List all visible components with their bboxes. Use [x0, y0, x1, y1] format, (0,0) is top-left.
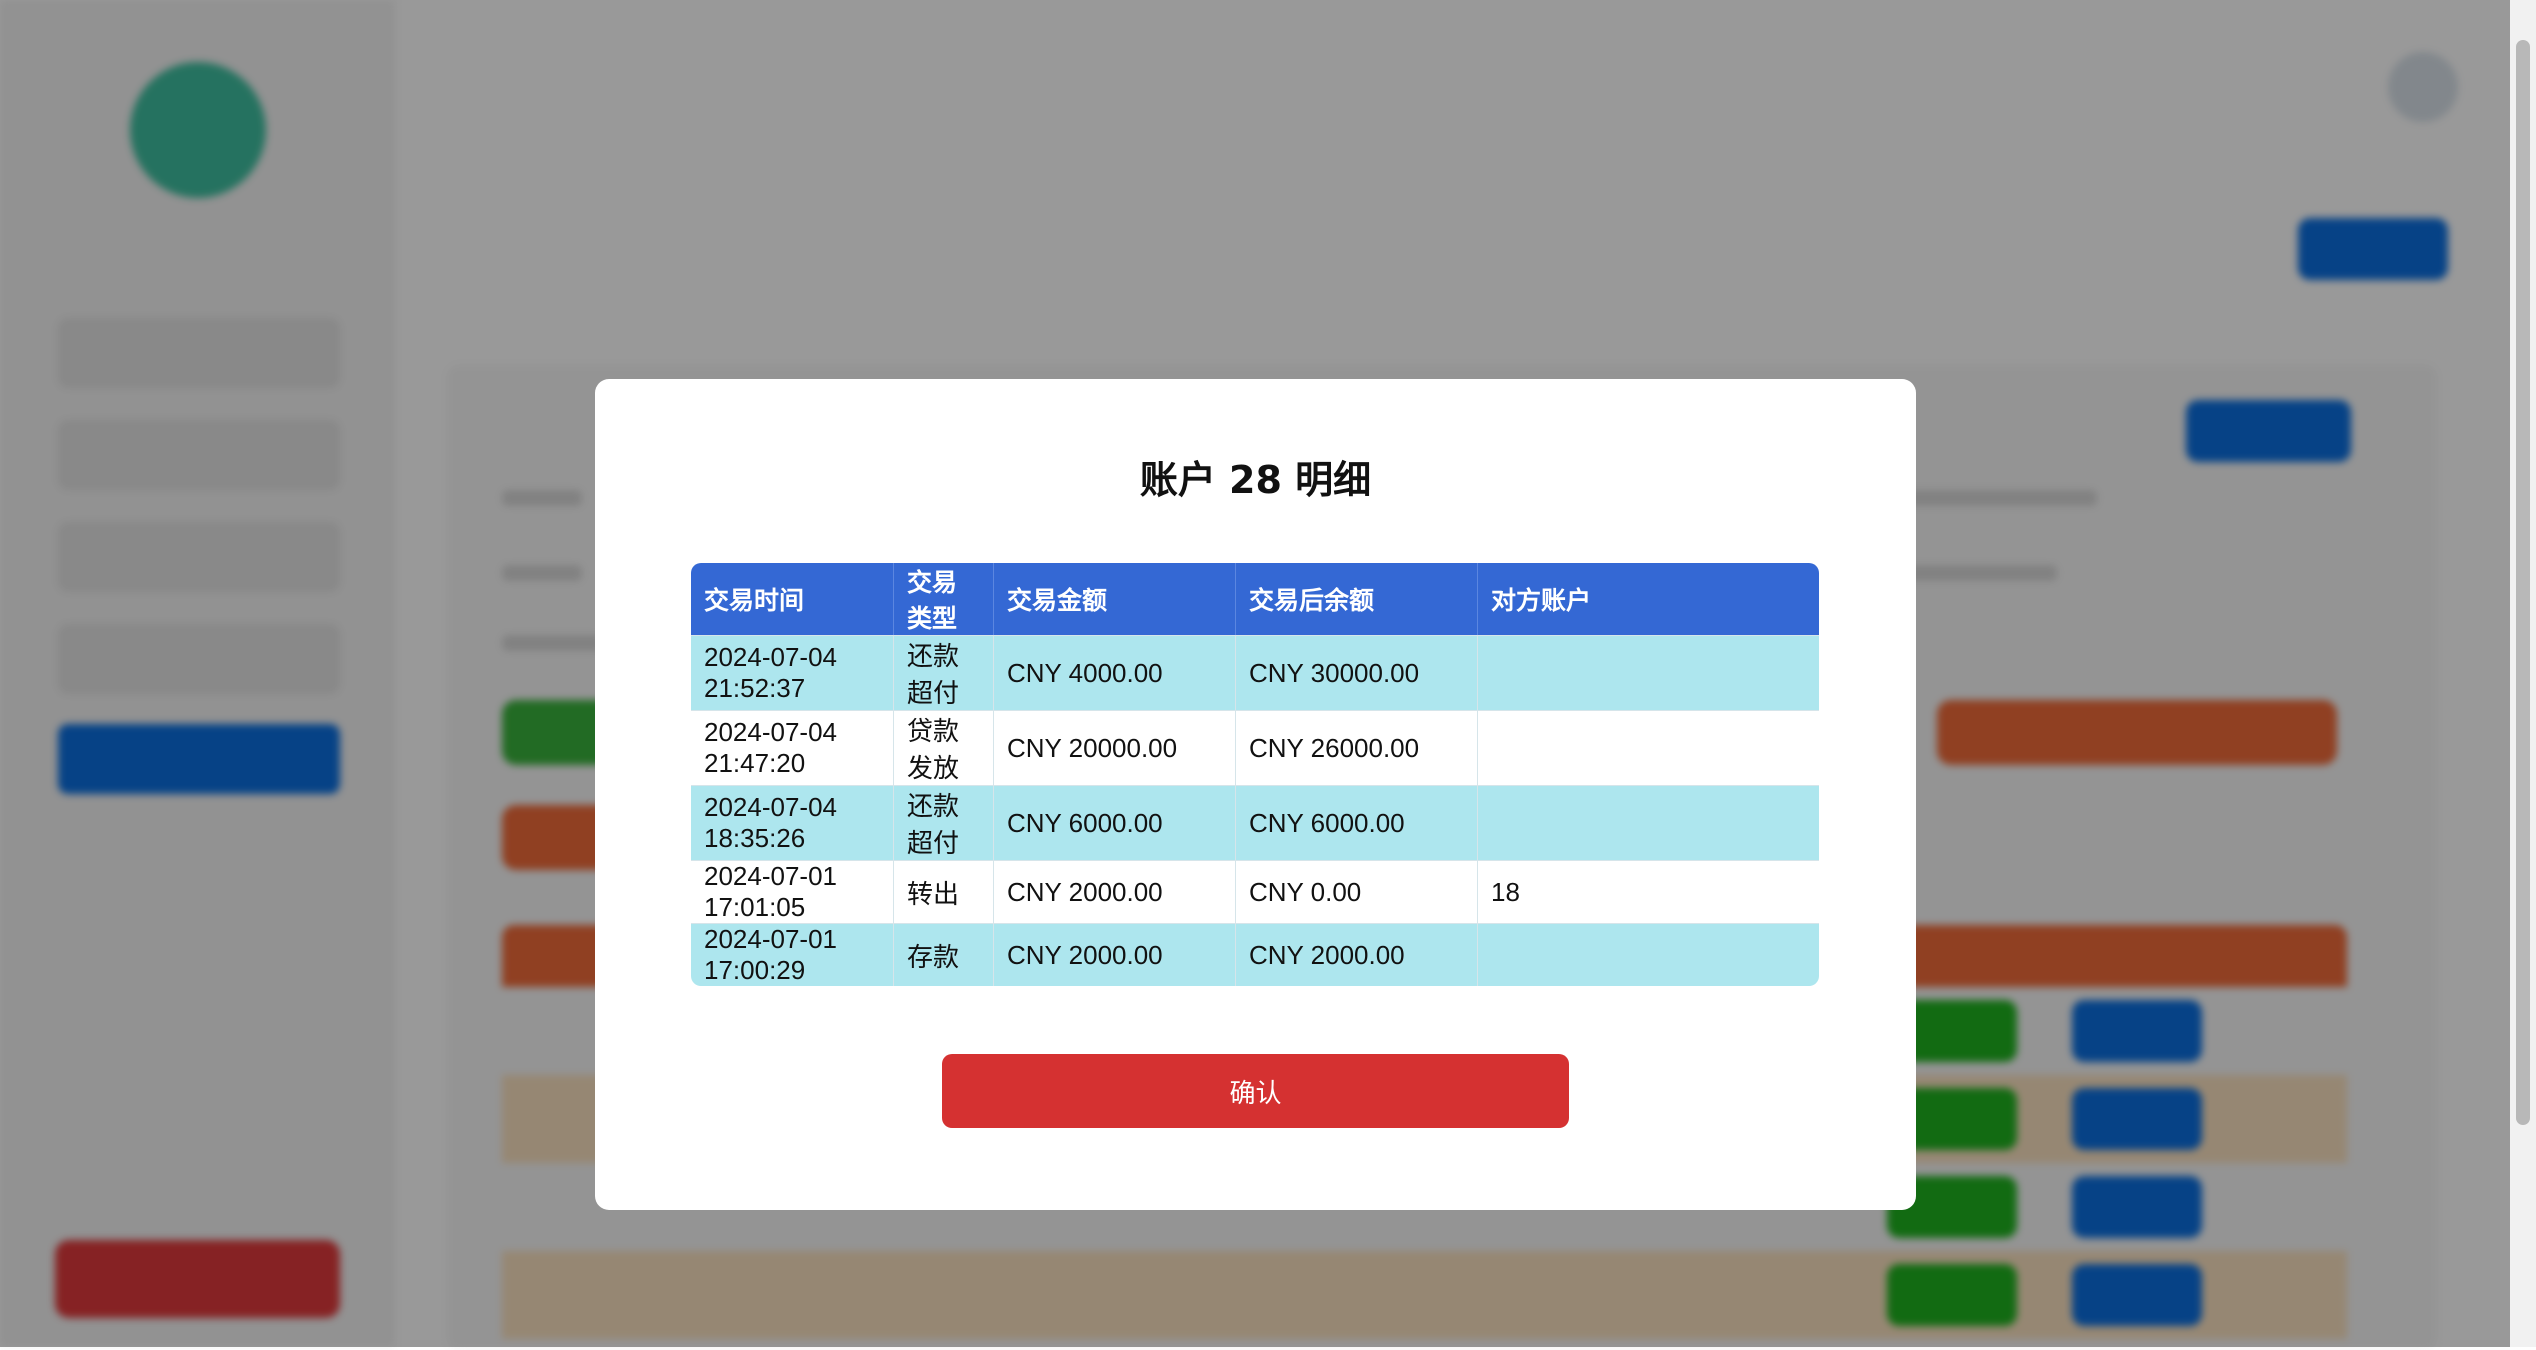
cell-type: 存款 — [894, 923, 994, 986]
cell-counterparty — [1478, 710, 1819, 785]
cell-amount: CNY 6000.00 — [994, 785, 1236, 860]
column-header-amount: 交易金额 — [994, 563, 1236, 635]
cell-counterparty — [1478, 785, 1819, 860]
cell-balance: CNY 0.00 — [1236, 860, 1478, 923]
table-row: 2024-07-01 17:01:05 转出 CNY 2000.00 CNY 0… — [691, 860, 1819, 923]
modal-title: 账户 28 明细 — [1139, 458, 1372, 502]
account-detail-modal: 账户 28 明细 交易时间 交易类型 交易金额 交易后余额 对方账户 2024-… — [595, 379, 1916, 1210]
cell-amount: CNY 20000.00 — [994, 710, 1236, 785]
cell-time: 2024-07-04 18:35:26 — [691, 785, 894, 860]
cell-type: 转出 — [894, 860, 994, 923]
transaction-table: 交易时间 交易类型 交易金额 交易后余额 对方账户 2024-07-04 21:… — [691, 563, 1819, 986]
scrollbar-thumb[interactable] — [2516, 40, 2530, 1125]
cell-counterparty: 18 — [1478, 860, 1819, 923]
cell-amount: CNY 4000.00 — [994, 635, 1236, 710]
confirm-button[interactable]: 确认 — [942, 1054, 1569, 1128]
table-row: 2024-07-01 17:00:29 存款 CNY 2000.00 CNY 2… — [691, 923, 1819, 986]
cell-type: 还款超付 — [894, 785, 994, 860]
cell-counterparty — [1478, 635, 1819, 710]
cell-amount: CNY 2000.00 — [994, 860, 1236, 923]
cell-time: 2024-07-01 17:01:05 — [691, 860, 894, 923]
cell-balance: CNY 2000.00 — [1236, 923, 1478, 986]
column-header-type: 交易类型 — [894, 563, 994, 635]
cell-amount: CNY 2000.00 — [994, 923, 1236, 986]
cell-time: 2024-07-04 21:47:20 — [691, 710, 894, 785]
table-row: 2024-07-04 18:35:26 还款超付 CNY 6000.00 CNY… — [691, 785, 1819, 860]
column-header-counterparty: 对方账户 — [1478, 563, 1819, 635]
table-row: 2024-07-04 21:52:37 还款超付 CNY 4000.00 CNY… — [691, 635, 1819, 710]
table-row: 2024-07-04 21:47:20 贷款发放 CNY 20000.00 CN… — [691, 710, 1819, 785]
cell-counterparty — [1478, 923, 1819, 986]
page-scrollbar[interactable] — [2510, 0, 2536, 1347]
table-header-row: 交易时间 交易类型 交易金额 交易后余额 对方账户 — [691, 563, 1819, 635]
cell-balance: CNY 26000.00 — [1236, 710, 1478, 785]
column-header-balance: 交易后余额 — [1236, 563, 1478, 635]
column-header-time: 交易时间 — [691, 563, 894, 635]
cell-balance: CNY 30000.00 — [1236, 635, 1478, 710]
cell-time: 2024-07-04 21:52:37 — [691, 635, 894, 710]
cell-balance: CNY 6000.00 — [1236, 785, 1478, 860]
cell-time: 2024-07-01 17:00:29 — [691, 923, 894, 986]
cell-type: 还款超付 — [894, 635, 994, 710]
cell-type: 贷款发放 — [894, 710, 994, 785]
